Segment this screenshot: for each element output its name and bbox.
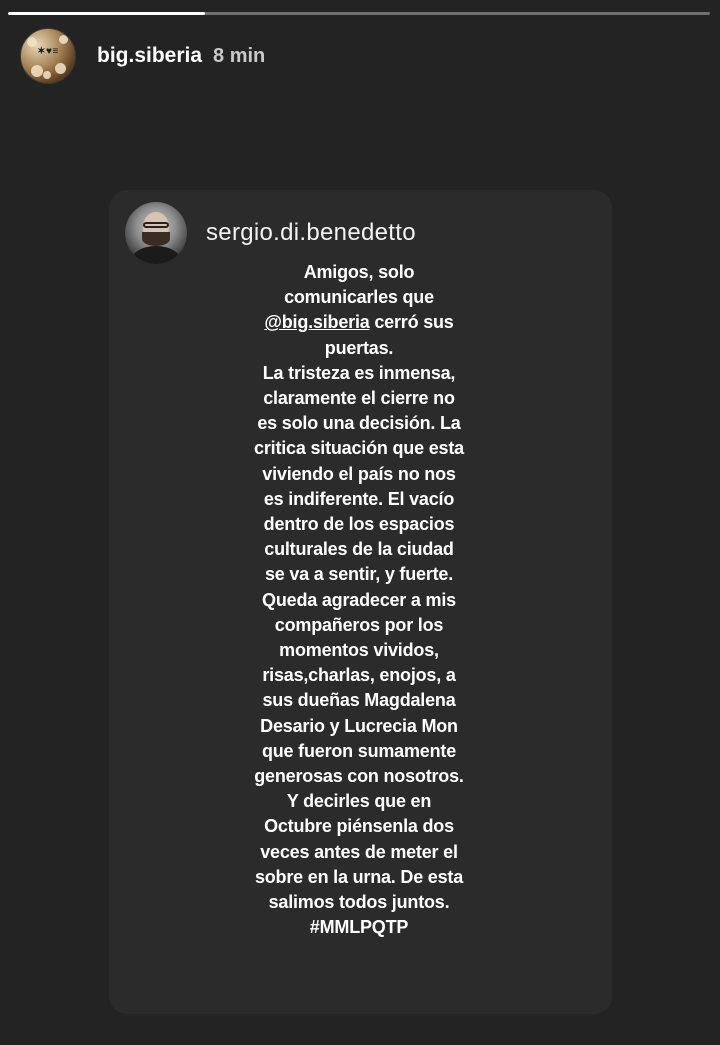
- logo-mark: ✶♥≡: [37, 46, 59, 57]
- post-text-line: dentro de los espacios: [263, 514, 455, 535]
- post-text-line: Y decirles que en: [286, 791, 432, 812]
- post-text-line: Queda agradecer a mis: [262, 589, 456, 610]
- story-progress-fill: [8, 12, 205, 15]
- post-text-line: culturales de la ciudad: [264, 539, 454, 560]
- post-text-line: momentos vividos,: [279, 640, 439, 661]
- post-text-line: critica situación que esta: [254, 438, 464, 459]
- post-text-line: compañeros por los: [274, 614, 444, 635]
- post-text-line: comunicarles que: [284, 287, 434, 308]
- story-username[interactable]: big.siberia: [97, 44, 202, 68]
- shared-post-card[interactable]: sergio.di.benedetto Amigos, solo comunica…: [109, 190, 612, 1014]
- post-text-line: se va a sentir, y fuerte.: [264, 564, 454, 585]
- post-text-line: Octubre piénsenla dos: [264, 816, 454, 837]
- post-text-line: puertas.: [324, 337, 394, 358]
- post-text-line: salimos todos juntos.: [268, 892, 450, 913]
- post-text-line: Desario y Lucrecia Mon: [260, 715, 458, 736]
- post-text-line: que fueron sumamente: [261, 740, 457, 761]
- story-timestamp: 8 min: [213, 44, 266, 67]
- shared-post-header: sergio.di.benedetto: [125, 202, 416, 264]
- post-text-line: viviendo el país no nos: [262, 463, 456, 484]
- shared-post-username[interactable]: sergio.di.benedetto: [206, 219, 416, 247]
- post-text-line: veces antes de meter el: [260, 841, 458, 862]
- post-text-line: es solo una decisión. La: [257, 413, 461, 434]
- post-text-line: claramente el cierre no: [263, 388, 455, 409]
- post-text-line: risas,charlas, enojos, a: [262, 665, 456, 686]
- big-siberia-logo-icon[interactable]: ✶♥≡: [20, 28, 76, 84]
- shared-post-text: Amigos, solo comunicarles que @big.siberia…: [229, 260, 489, 940]
- profile-photo-icon[interactable]: [125, 202, 187, 264]
- post-text-line: generosas con nosotros.: [254, 766, 464, 787]
- post-text-line: @big.siberia cerró sus: [264, 312, 454, 333]
- post-text-line: sus dueñas Magdalena: [262, 690, 456, 711]
- post-text-line: #MMLPQTP: [309, 917, 409, 938]
- story-progress-bar: [8, 12, 710, 15]
- story-header: ✶♥≡ big.siberia 8 min: [20, 27, 265, 85]
- post-text-line: Amigos, solo: [303, 262, 415, 282]
- story-screen[interactable]: ✶♥≡ big.siberia 8 min sergio.di.benedett…: [0, 0, 720, 1045]
- post-text-line: es indiferente. El vacío: [263, 488, 455, 509]
- post-text-line: sobre en la urna. De esta: [254, 866, 464, 887]
- mention-link[interactable]: @big.siberia: [264, 312, 369, 332]
- post-text-line: La tristeza es inmensa,: [262, 362, 456, 383]
